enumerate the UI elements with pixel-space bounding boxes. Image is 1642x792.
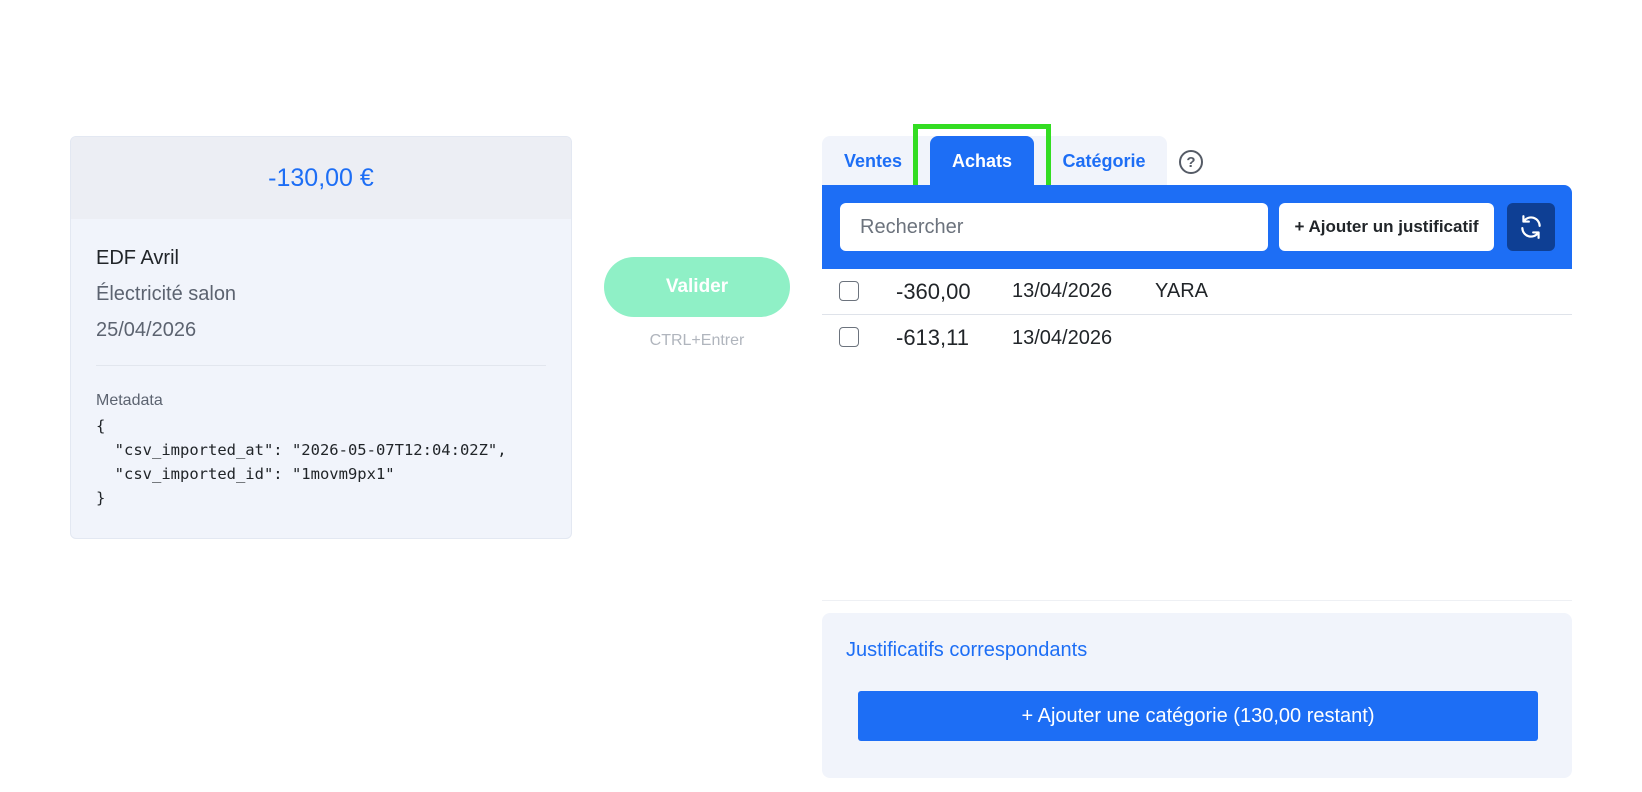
question-circle-icon[interactable]: ?: [1179, 150, 1203, 174]
transaction-label: EDF Avril: [96, 247, 179, 269]
tab-categorie[interactable]: Catégorie: [1048, 136, 1160, 186]
row-checkbox[interactable]: [839, 281, 859, 301]
matching-title: Justificatifs correspondants: [846, 639, 1088, 661]
refresh-icon: [1521, 215, 1541, 239]
row-date: 13/04/2026: [1012, 280, 1113, 302]
search-toolbar: + Ajouter un justificatif: [822, 185, 1572, 269]
transaction-date: 25/04/2026: [96, 319, 197, 341]
validate-shortcut-hint: CTRL+Entrer: [649, 332, 745, 349]
document-list: -360,00 13/04/2026 YARA -613,11 13/04/20…: [822, 269, 1572, 601]
search-input[interactable]: [840, 203, 1268, 251]
row-date: 13/04/2026: [1012, 326, 1113, 349]
transaction-description: Électricité salon: [96, 283, 237, 305]
tab-achats[interactable]: Achats: [930, 136, 1034, 186]
divider: [96, 365, 546, 366]
matching-panel: Justificatifs correspondants + Ajouter u…: [822, 613, 1572, 778]
row-amount: -360,00: [896, 278, 971, 304]
validate-button[interactable]: Valider: [604, 257, 790, 317]
list-item[interactable]: -613,11 13/04/2026: [822, 315, 1572, 361]
transaction-amount: -130,00 €: [71, 137, 571, 219]
refresh-button[interactable]: [1507, 203, 1555, 251]
tab-ventes[interactable]: Ventes: [830, 136, 916, 186]
add-justificatif-button[interactable]: + Ajouter un justificatif: [1279, 203, 1494, 251]
row-amount: -613,11: [896, 325, 969, 350]
row-checkbox[interactable]: [839, 327, 859, 347]
row-name: YARA: [1155, 280, 1208, 302]
transaction-card: -130,00 € EDF Avril Électricité salon 25…: [70, 136, 572, 539]
metadata-json: { "csv_imported_at": "2026-05-07T12:04:0…: [96, 417, 507, 507]
metadata-title: Metadata: [96, 392, 163, 409]
add-category-button[interactable]: + Ajouter une catégorie (130,00 restant): [858, 691, 1538, 741]
list-item[interactable]: -360,00 13/04/2026 YARA: [822, 269, 1572, 315]
